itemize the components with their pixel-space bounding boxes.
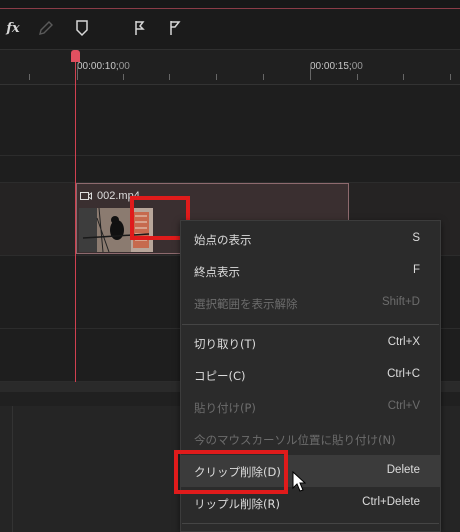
- ruler-tick: [357, 74, 358, 80]
- timeline-track[interactable]: [0, 156, 460, 183]
- panel-divider: [12, 406, 13, 532]
- time-ruler[interactable]: 00:00:10;00 00:00:15;00: [0, 50, 460, 85]
- ruler-tick: [123, 74, 124, 80]
- flag-marker-icon[interactable]: [128, 17, 150, 39]
- ruler-tick: [29, 74, 30, 80]
- ruler-tick: [450, 74, 451, 80]
- ruler-tick: [169, 74, 170, 80]
- playhead-handle[interactable]: [71, 50, 80, 62]
- top-bar: [0, 0, 460, 9]
- video-camera-icon: [80, 192, 92, 200]
- ruler-tick: [310, 64, 311, 80]
- flag-icon[interactable]: [164, 17, 186, 39]
- pencil-icon[interactable]: [35, 17, 57, 39]
- timeline-toolbar: fx: [0, 9, 460, 50]
- menu-item-copy[interactable]: コピー(C) Ctrl+C: [181, 359, 440, 391]
- menu-item-show-start[interactable]: 始点の表示 S: [181, 223, 440, 255]
- playhead-line: [75, 62, 76, 382]
- timeline-track[interactable]: [0, 85, 460, 156]
- menu-item-deselect-range: 選択範囲を表示解除 Shift+D: [194, 296, 420, 311]
- menu-item-cut[interactable]: 切り取り(T) Ctrl+X: [181, 327, 440, 359]
- menu-item-paste: 貼り付け(P) Ctrl+V: [194, 400, 420, 415]
- menu-separator: [182, 523, 439, 524]
- menu-item-show-end[interactable]: 終点表示 F: [181, 255, 440, 287]
- ruler-tick: [263, 74, 264, 80]
- ruler-tick: [77, 64, 78, 80]
- mouse-pointer-icon: [292, 471, 306, 492]
- timecode-10: 00:00:10;00: [77, 61, 130, 72]
- ruler-tick: [216, 74, 217, 80]
- timecode-15: 00:00:15;00: [310, 61, 363, 72]
- shield-icon[interactable]: [71, 17, 93, 39]
- menu-separator: [182, 324, 439, 325]
- ruler-tick: [403, 74, 404, 80]
- highlight-box: [174, 450, 288, 494]
- fx-icon[interactable]: fx: [2, 17, 24, 39]
